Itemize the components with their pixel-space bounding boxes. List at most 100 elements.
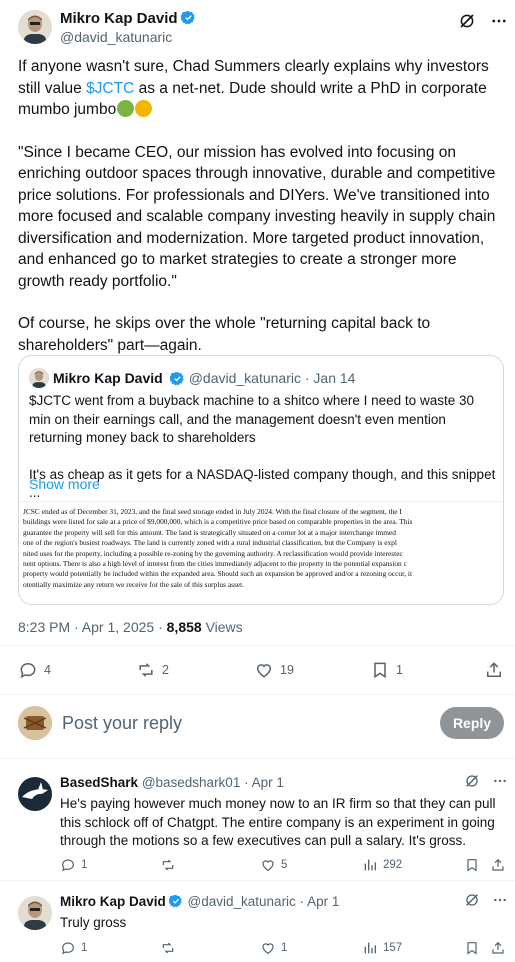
reply-tweet[interactable]: BasedShark @basedshark01 · Apr 1 He's pa… <box>18 775 508 875</box>
like-icon <box>260 940 276 956</box>
reply-author-handle[interactable]: @basedshark01 · Apr 1 <box>142 775 284 790</box>
quote-paragraph-1: $JCTC went from a buyback machine to a s… <box>29 393 474 445</box>
reply-header: BasedShark @basedshark01 · Apr 1 <box>60 775 284 790</box>
reply-composer: Post your reply Reply <box>18 704 504 744</box>
share-button[interactable] <box>490 940 506 956</box>
views-count: 292 <box>383 859 403 871</box>
document-line: JCSC ended as of December 31, 2023, and … <box>23 507 402 516</box>
grok-icon[interactable] <box>464 892 480 908</box>
tweet-paragraph-3: Of course, he skips over the whole "retu… <box>18 315 435 354</box>
more-icon[interactable] <box>492 892 508 908</box>
bookmark-button[interactable] <box>464 940 480 956</box>
cashtag-link[interactable]: $JCTC <box>86 80 134 97</box>
like-count: 19 <box>280 663 294 677</box>
verified-badge-icon <box>180 10 196 25</box>
quoted-tweet[interactable]: Mikro Kap David @david_katunaric · Jan 1… <box>18 355 504 605</box>
bookmark-button[interactable] <box>464 857 480 873</box>
author-handle[interactable]: @david_katunaric <box>60 29 172 45</box>
reply-action-bar: 1 1 157 <box>60 940 508 958</box>
repost-icon <box>136 660 156 680</box>
reply-count: 1 <box>81 859 88 871</box>
verified-badge-icon <box>169 371 185 386</box>
reply-author-avatar[interactable] <box>18 896 52 930</box>
share-button[interactable] <box>490 857 506 873</box>
vomiting-face-emoji <box>135 100 153 117</box>
reply-author-name[interactable]: BasedShark <box>60 775 138 790</box>
more-icon[interactable] <box>492 773 508 789</box>
tweet-meta: 8:23 PM · Apr 1, 2025 · 8,858 Views <box>18 619 243 635</box>
nauseated-face-emoji <box>117 100 135 117</box>
quote-author-avatar <box>29 368 49 388</box>
reply-author-avatar[interactable] <box>18 777 52 811</box>
divider <box>0 758 515 759</box>
document-line: buildings were listed for sale at a pric… <box>23 517 413 527</box>
reply-text: Truly gross <box>60 915 127 930</box>
bookmark-button[interactable]: 1 <box>370 660 403 680</box>
reply-author-name[interactable]: Mikro Kap David <box>60 894 166 909</box>
reply-count: 1 <box>81 942 88 954</box>
share-button[interactable] <box>484 660 504 680</box>
share-icon <box>490 940 506 956</box>
tweet-header: Mikro Kap David @david_katunaric <box>18 6 508 46</box>
like-count: 5 <box>281 859 288 871</box>
repost-icon <box>160 857 176 873</box>
bookmark-icon <box>464 940 480 956</box>
views-icon <box>362 857 378 873</box>
repost-count: 2 <box>162 663 169 677</box>
views-count: 157 <box>383 942 403 954</box>
document-line: nited uses for the property, including a… <box>23 548 403 558</box>
reply-tweet[interactable]: Mikro Kap David @david_katunaric · Apr 1… <box>18 894 508 960</box>
document-snippet-image[interactable]: JCSC ended as of December 31, 2023, and … <box>19 501 503 604</box>
views-button[interactable]: 292 <box>362 857 402 873</box>
more-icon[interactable] <box>490 12 508 30</box>
current-user-avatar[interactable] <box>18 706 52 740</box>
tweet-timestamp[interactable]: 8:23 PM · Apr 1, 2025 · <box>18 619 167 635</box>
bookmark-count: 1 <box>396 663 403 677</box>
bookmark-icon <box>370 660 390 680</box>
show-more-link[interactable]: Show more <box>29 476 100 492</box>
reply-header: Mikro Kap David @david_katunaric · Apr 1 <box>60 894 339 909</box>
views-icon <box>362 940 378 956</box>
quote-author-name: Mikro Kap David <box>53 370 163 386</box>
quote-header: Mikro Kap David @david_katunaric · Jan 1… <box>29 368 355 388</box>
reply-icon <box>60 857 76 873</box>
grok-icon[interactable] <box>464 773 480 789</box>
divider <box>0 880 515 881</box>
repost-button[interactable]: 2 <box>136 660 169 680</box>
reply-input[interactable]: Post your reply <box>62 713 182 734</box>
author-avatar[interactable] <box>18 10 52 44</box>
divider <box>0 645 515 646</box>
like-button[interactable]: 1 <box>260 940 287 956</box>
author-name[interactable]: Mikro Kap David <box>60 10 196 27</box>
document-line: otentially maximize any return we receiv… <box>23 579 245 589</box>
verified-badge-icon <box>168 894 184 909</box>
reply-icon <box>18 660 38 680</box>
quote-author-handle: @david_katunaric · Jan 14 <box>188 370 356 386</box>
reply-text: He's paying however much money now to an… <box>60 796 496 848</box>
like-button[interactable]: 5 <box>260 857 287 873</box>
tweet-action-bar: 4 2 19 1 <box>18 660 504 684</box>
share-icon <box>484 660 504 680</box>
repost-button[interactable] <box>160 857 176 873</box>
like-count: 1 <box>281 942 288 954</box>
document-line: guarantee the property will sell for thi… <box>23 527 396 537</box>
grok-icon[interactable] <box>458 12 476 30</box>
bookmark-icon <box>464 857 480 873</box>
reply-button[interactable]: 1 <box>60 857 87 873</box>
share-icon <box>490 857 506 873</box>
reply-button[interactable]: 1 <box>60 940 87 956</box>
tweet-paragraph-1: If anyone wasn't sure, Chad Summers clea… <box>18 58 494 118</box>
reply-submit-button[interactable]: Reply <box>440 707 504 739</box>
repost-icon <box>160 940 176 956</box>
reply-action-bar: 1 5 292 <box>60 857 508 875</box>
tweet-text: If anyone wasn't sure, Chad Summers clea… <box>18 56 502 377</box>
divider <box>0 694 515 695</box>
tweet-paragraph-2: "Since I became CEO, our mission has evo… <box>18 143 500 290</box>
repost-button[interactable] <box>160 940 176 956</box>
reply-author-handle[interactable]: @david_katunaric · Apr 1 <box>188 894 340 909</box>
document-line: nent options. There is also a high level… <box>23 559 407 569</box>
like-button[interactable]: 19 <box>254 660 294 680</box>
views-button[interactable]: 157 <box>362 940 402 956</box>
reply-button[interactable]: 4 <box>18 660 51 680</box>
views-count: 8,858 <box>166 619 202 635</box>
